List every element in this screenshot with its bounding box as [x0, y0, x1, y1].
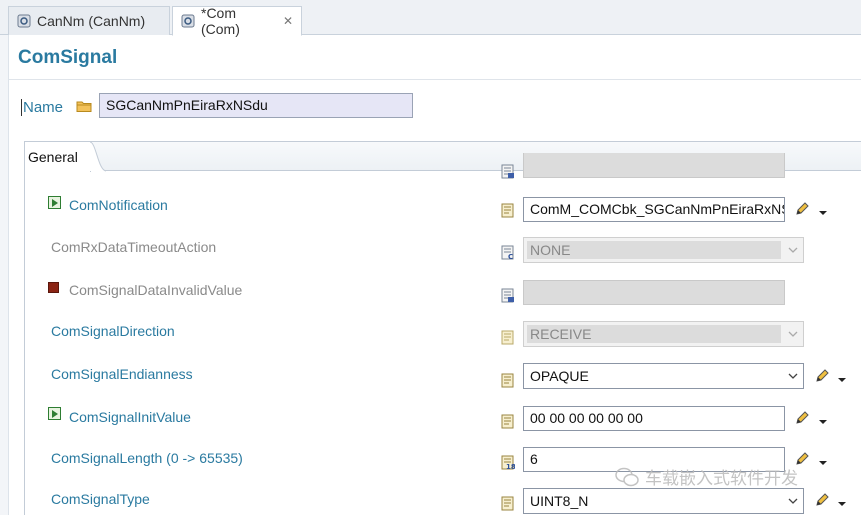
edit-pencil-icon[interactable] [794, 410, 810, 426]
function-ref-icon [48, 196, 62, 210]
name-label: Name [21, 99, 64, 116]
select-value: RECEIVE [527, 325, 781, 343]
select-value: NONE [527, 241, 781, 259]
parameter-icon [501, 373, 515, 388]
svg-text:18: 18 [506, 463, 515, 470]
watermark: 车载嵌入式软件开发 [615, 464, 798, 489]
signal-init-value-label: ComSignalInitValue [69, 409, 191, 425]
title-divider [9, 79, 861, 80]
left-gutter [0, 35, 9, 515]
signal-type-label: ComSignalType [51, 491, 150, 507]
hidden-parameter-field [523, 153, 785, 178]
chevron-down-icon[interactable] [837, 496, 847, 506]
select-value: UINT8_N [530, 493, 589, 509]
enum-parameter-icon: C [501, 245, 515, 261]
signal-type-select[interactable]: UINT8_N [523, 488, 804, 514]
signal-init-value-field[interactable]: 00 00 00 00 00 00 [523, 406, 785, 431]
edit-pencil-icon[interactable] [794, 201, 810, 217]
module-config-icon [181, 14, 195, 28]
editor-tab-bar: CanNm (CanNm) *Com (Com) ✕ [0, 0, 861, 37]
edit-pencil-icon[interactable] [814, 368, 830, 384]
signal-length-label: ComSignalLength (0 -> 65535) [51, 450, 243, 466]
edit-pencil-icon[interactable] [814, 492, 830, 508]
tab-slant-decoration [80, 142, 106, 172]
tab-com[interactable]: *Com (Com) ✕ [172, 5, 302, 37]
init-value-ref-icon [48, 407, 62, 421]
chevron-down-icon [788, 498, 798, 504]
parameter-icon [501, 288, 515, 303]
invalid-value-field [523, 280, 785, 305]
chevron-down-icon[interactable] [818, 455, 828, 465]
wechat-logo-icon [615, 467, 639, 486]
com-notification-field[interactable]: ComM_COMCbk_SGCanNmPnEiraRxNSdu [523, 197, 785, 222]
signal-endianness-select[interactable]: OPAQUE [523, 363, 804, 389]
name-input[interactable]: SGCanNmPnEiraRxNSdu [99, 93, 413, 118]
signal-direction-select: RECEIVE [523, 321, 804, 347]
page-title: ComSignal [18, 47, 118, 68]
invalid-value-label: ComSignalDataInvalidValue [69, 282, 243, 298]
parameter-icon [501, 330, 515, 345]
tab-cannm[interactable]: CanNm (CanNm) [8, 6, 170, 35]
close-tab-icon[interactable]: ✕ [283, 14, 293, 28]
rx-timeout-action-select: NONE [523, 237, 804, 263]
parameter-icon [501, 496, 515, 511]
tab-label: CanNm (CanNm) [37, 13, 146, 29]
parameter-icon [501, 414, 515, 429]
chevron-down-icon [788, 247, 798, 253]
chevron-down-icon[interactable] [818, 205, 828, 215]
chevron-down-icon [788, 331, 798, 337]
chevron-down-icon[interactable] [837, 372, 847, 382]
folder-icon[interactable] [76, 99, 92, 113]
watermark-text: 车载嵌入式软件开发 [645, 469, 798, 488]
rx-timeout-action-label: ComRxDataTimeoutAction [51, 239, 217, 255]
integer-parameter-icon: 18 [501, 455, 516, 471]
chevron-down-icon[interactable] [818, 414, 828, 424]
svg-text:C: C [508, 253, 513, 260]
invalid-value-marker-icon [48, 281, 62, 295]
tab-label: *Com (Com) [201, 5, 240, 37]
signal-direction-label: ComSignalDirection [51, 323, 175, 339]
module-config-icon [17, 14, 31, 28]
parameter-icon [501, 164, 515, 179]
signal-endianness-label: ComSignalEndianness [51, 366, 193, 382]
select-value: OPAQUE [530, 368, 589, 384]
chevron-down-icon [788, 373, 798, 379]
parameter-icon [501, 203, 515, 218]
com-notification-label: ComNotification [69, 197, 168, 213]
